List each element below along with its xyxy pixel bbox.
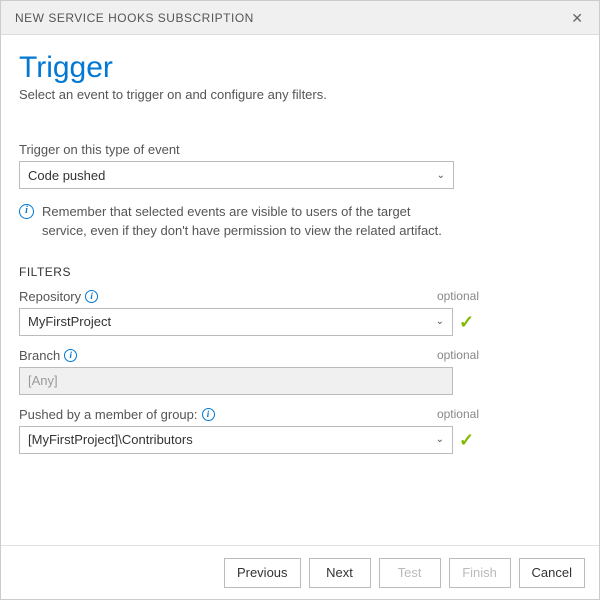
group-optional: optional xyxy=(437,407,479,421)
dialog-button-bar: Previous Next Test Finish Cancel xyxy=(1,545,599,599)
close-button[interactable]: ✕ xyxy=(565,7,589,29)
page-subtitle: Select an event to trigger on and config… xyxy=(19,87,581,102)
event-type-select[interactable]: Code pushed ⌄ xyxy=(19,161,454,189)
group-label-row: Pushed by a member of group: i optional xyxy=(19,407,479,422)
dialog-content: Trigger Select an event to trigger on an… xyxy=(1,35,599,454)
info-icon[interactable]: i xyxy=(64,349,77,362)
filter-branch: Branch i optional [Any] xyxy=(19,348,479,395)
test-button: Test xyxy=(379,558,441,588)
chevron-down-icon: ⌄ xyxy=(436,316,444,327)
filter-repository: Repository i optional MyFirstProject ⌄ ✓ xyxy=(19,289,479,336)
chevron-down-icon: ⌄ xyxy=(437,170,445,181)
previous-button[interactable]: Previous xyxy=(224,558,301,588)
repository-optional: optional xyxy=(437,289,479,303)
checkmark-icon: ✓ xyxy=(459,431,474,449)
branch-label: Branch xyxy=(19,348,60,363)
event-info-text: Remember that selected events are visibl… xyxy=(42,203,449,241)
event-type-value: Code pushed xyxy=(28,168,105,183)
repository-value: MyFirstProject xyxy=(28,314,111,329)
dialog-title: NEW SERVICE HOOKS SUBSCRIPTION xyxy=(15,11,254,25)
branch-value: [Any] xyxy=(28,373,58,388)
group-select[interactable]: [MyFirstProject]\Contributors ⌄ xyxy=(19,426,453,454)
finish-button: Finish xyxy=(449,558,511,588)
page-title: Trigger xyxy=(19,51,581,85)
event-type-label: Trigger on this type of event xyxy=(19,142,581,157)
repository-label: Repository xyxy=(19,289,81,304)
chevron-down-icon: ⌄ xyxy=(436,434,444,445)
cancel-button[interactable]: Cancel xyxy=(519,558,585,588)
branch-label-row: Branch i optional xyxy=(19,348,479,363)
next-button[interactable]: Next xyxy=(309,558,371,588)
filter-group-member: Pushed by a member of group: i optional … xyxy=(19,407,479,454)
event-info-note: i Remember that selected events are visi… xyxy=(19,203,449,241)
filters-header: FILTERS xyxy=(19,265,581,279)
info-icon: i xyxy=(19,204,34,219)
branch-select: [Any] xyxy=(19,367,453,395)
info-icon[interactable]: i xyxy=(202,408,215,421)
group-value: [MyFirstProject]\Contributors xyxy=(28,432,193,447)
event-type-label-text: Trigger on this type of event xyxy=(19,142,180,157)
branch-optional: optional xyxy=(437,348,479,362)
checkmark-icon: ✓ xyxy=(459,313,474,331)
repository-select[interactable]: MyFirstProject ⌄ xyxy=(19,308,453,336)
info-icon[interactable]: i xyxy=(85,290,98,303)
repository-label-row: Repository i optional xyxy=(19,289,479,304)
dialog-title-bar: NEW SERVICE HOOKS SUBSCRIPTION ✕ xyxy=(1,1,599,35)
group-label: Pushed by a member of group: xyxy=(19,407,198,422)
close-icon: ✕ xyxy=(571,10,583,26)
